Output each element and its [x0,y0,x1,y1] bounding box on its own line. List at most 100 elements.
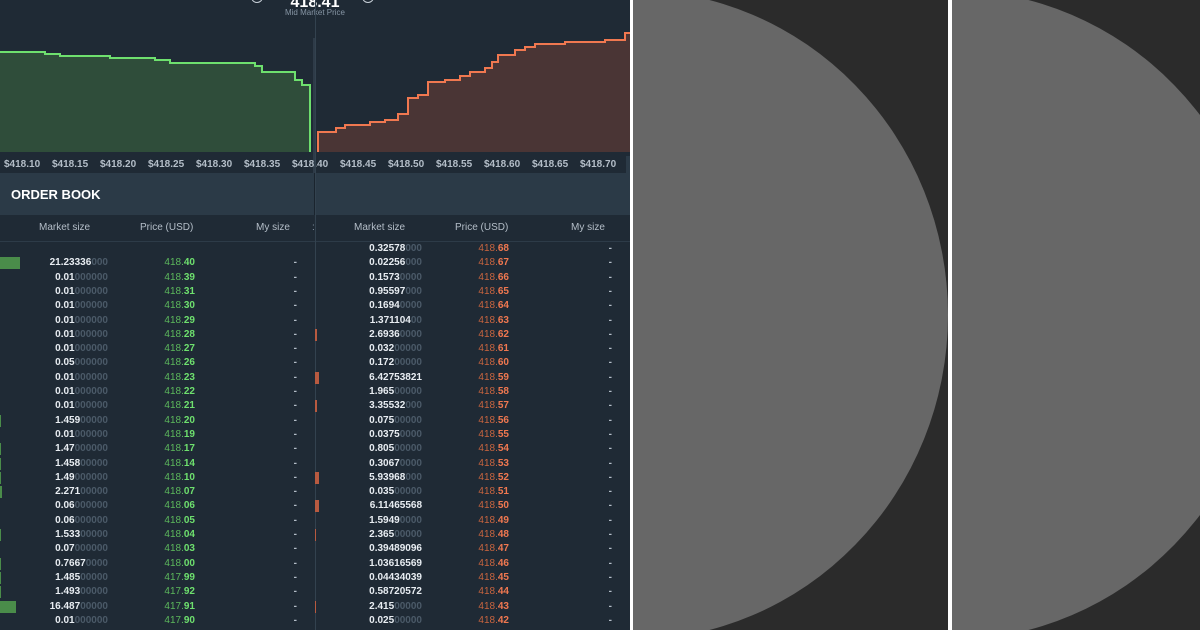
price-cents: 68 [497,243,509,254]
gray-half-circle [952,0,1200,630]
bid-row[interactable]: 1.48500000 417.99 - [0,571,315,585]
bid-row[interactable]: 0.05000000 418.26 - [0,356,315,370]
ask-row[interactable]: 1.96500000 418.58 - [315,385,630,399]
bid-depth-bar [0,443,2,456]
ask-row[interactable]: 1.03616569 418.46 - [315,557,630,571]
bid-row[interactable]: 0.07000000 418.03 - [0,542,315,556]
bid-row[interactable]: 1.49000000 418.10 - [0,471,315,485]
price-dollars: 418. [478,300,498,312]
market-size-padding: 000000 [74,285,108,297]
market-size-digits: 1.493 [55,586,81,598]
ask-row[interactable]: 6.11465568 418.50 - [315,499,630,513]
market-size-value: 0.07500000 [369,414,422,428]
bid-row[interactable]: 0.01000000 418.30 - [0,299,315,313]
price-cents: 66 [497,271,509,283]
market-size-value: 1.96500000 [369,385,422,399]
ask-row[interactable]: 2.69360000 418.62 - [315,328,630,342]
ask-row[interactable]: 6.42753821 418.59 - [315,371,630,385]
ask-row[interactable]: 0.02256000 418.67 - [315,256,630,270]
ask-row[interactable]: 0.32578000 418.68 - [315,242,630,256]
market-size-value: 0.02256000 [369,256,422,270]
price-dollars: 418. [478,514,498,526]
bid-row[interactable]: 1.49300000 417.92 - [0,585,315,599]
price-dollars: 417. [164,600,184,612]
market-size-value: 1.48500000 [55,571,108,585]
ask-row[interactable]: 0.16940000 418.64 - [315,299,630,313]
bid-row[interactable]: 0.06000000 418.06 - [0,499,315,513]
bid-row[interactable]: 0.76670000 418.00 - [0,557,315,571]
my-size-value: - [608,500,612,512]
ask-depth-bar [315,400,317,413]
ask-row[interactable]: 0.07500000 418.56 - [315,414,630,428]
my-size-value: - [608,514,612,526]
bid-row[interactable]: 2.27100000 418.07 - [0,485,315,499]
ask-row[interactable]: 0.80500000 418.54 - [315,442,630,456]
price-dollars: 418. [478,600,498,612]
ask-row[interactable]: 0.04434039 418.45 - [315,571,630,585]
price-value: 418.28 [164,328,195,342]
bid-row[interactable]: 21.23336000 418.40 - [0,256,315,270]
price-value: 417.92 [164,585,195,599]
bid-row[interactable]: 0.01000000 418.28 - [0,328,315,342]
bid-row[interactable]: 0.01000000 418.23 - [0,371,315,385]
price-value: 418.67 [478,256,509,270]
market-size-value: 16.48700000 [50,600,108,614]
my-size-value: - [293,428,297,440]
price-dollars: 418. [164,557,184,569]
ask-row[interactable]: 1.37110400 418.63 - [315,314,630,328]
ask-row[interactable]: 0.02500000 418.42 - [315,614,630,628]
market-size-digits: 0.01 [55,271,75,283]
bid-row[interactable]: 1.47000000 418.17 - [0,442,315,456]
price-dollars: 418. [478,500,498,512]
my-size-value: - [293,285,297,297]
market-size-value: 0.01000000 [55,614,108,628]
ask-row[interactable]: 1.59490000 418.49 - [315,514,630,528]
bid-row[interactable]: 0.01000000 418.29 - [0,314,315,328]
bid-row[interactable]: 1.45900000 418.20 - [0,414,315,428]
ask-row[interactable]: 0.03200000 418.61 - [315,342,630,356]
bid-row[interactable]: 0.01000000 418.27 - [0,342,315,356]
market-size-value: 0.03500000 [369,485,422,499]
bid-row[interactable]: 1.53300000 418.04 - [0,528,315,542]
ask-row[interactable]: 0.58720572 418.44 - [315,585,630,599]
ask-row[interactable]: 0.03750000 418.55 - [315,428,630,442]
ask-row[interactable]: 3.35532000 418.57 - [315,399,630,413]
bid-row[interactable]: 0.01000000 418.21 - [0,399,315,413]
market-size-value: 21.23336000 [50,256,108,270]
ask-row[interactable]: 5.93968000 418.52 - [315,471,630,485]
my-size-value: - [293,514,297,526]
ask-row[interactable]: 0.39489096 418.47 - [315,542,630,556]
bid-row[interactable]: 16.48700000 417.91 - [0,600,315,614]
price-cents: 17 [183,443,195,455]
bid-row[interactable]: 0.01000000 418.39 - [0,271,315,285]
market-size-digits: 1.458 [55,457,81,469]
ask-row[interactable]: 2.36500000 418.48 - [315,528,630,542]
bid-row[interactable]: 0.06000000 418.05 - [0,514,315,528]
market-size-digits: 2.6936 [369,328,400,340]
bid-row[interactable]: 0.01000000 417.90 - [0,614,315,628]
market-size-padding: 000000 [74,328,108,340]
my-size-value: - [293,571,297,583]
ask-row[interactable]: 0.17200000 418.60 - [315,356,630,370]
market-size-padding: 00000 [394,443,422,455]
market-size-value: 1.03616569 [369,557,422,571]
market-size-digits: 1.5949 [369,514,400,526]
price-cents: 44 [497,586,509,598]
price-cents: 42 [497,614,509,626]
ask-row[interactable]: 0.30670000 418.53 - [315,457,630,471]
price-cents: 31 [183,285,195,297]
bid-row[interactable]: 0.01000000 418.31 - [0,285,315,299]
price-dollars: 418. [478,257,498,269]
price-cents: 06 [183,500,195,512]
market-size-padding: 00000 [80,600,108,612]
bid-row[interactable]: 1.45800000 418.14 - [0,457,315,471]
ask-row[interactable]: 0.15730000 418.66 - [315,271,630,285]
bid-row[interactable]: 0.01000000 418.22 - [0,385,315,399]
price-value: 418.26 [164,356,195,370]
bid-row[interactable]: 0.01000000 418.19 - [0,428,315,442]
my-size-value: - [293,328,297,340]
bid-depth-bar [0,457,2,470]
ask-row[interactable]: 0.03500000 418.51 - [315,485,630,499]
ask-row[interactable]: 2.41500000 418.43 - [315,600,630,614]
ask-row[interactable]: 0.95597000 418.65 - [315,285,630,299]
